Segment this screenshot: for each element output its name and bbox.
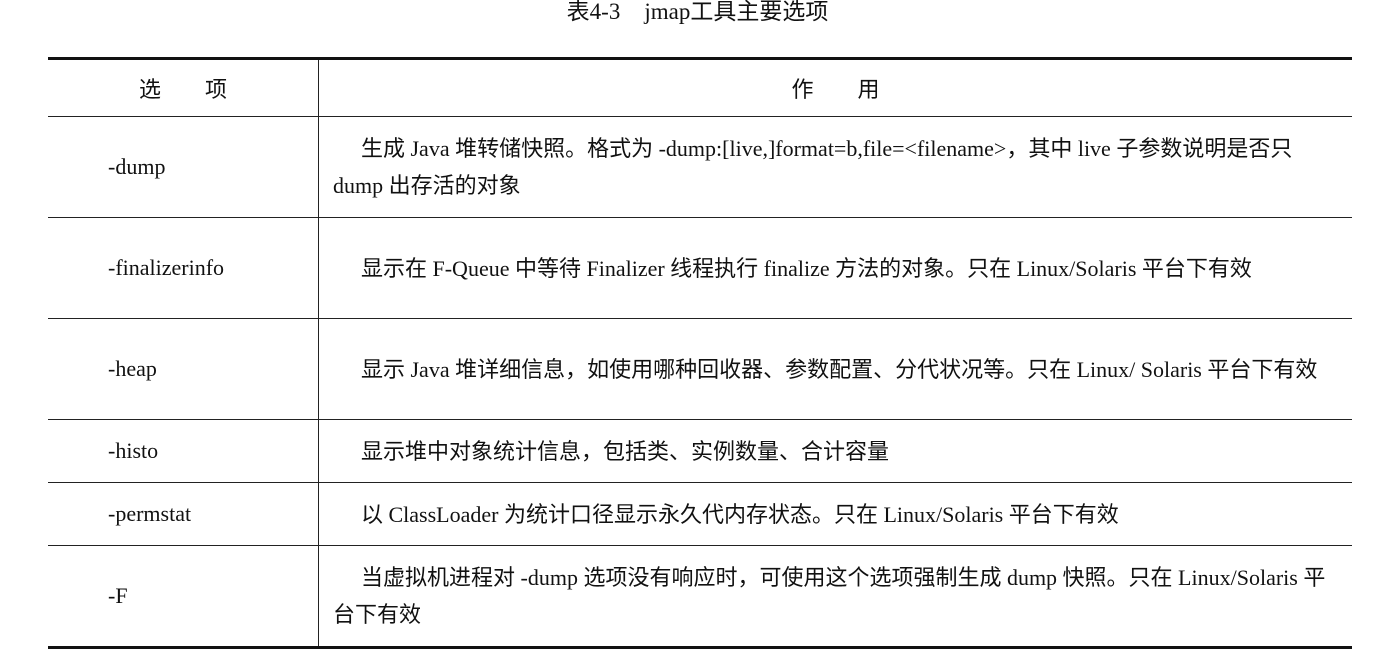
description-cell: 显示在 F-Queue 中等待 Finalizer 线程执行 finalize … — [318, 217, 1352, 319]
description-cell: 生成 Java 堆转储快照。格式为 -dump:[live,]format=b,… — [318, 116, 1352, 218]
jmap-options-table: 选 项 作 用 -dump 生成 Java 堆转储快照。格式为 -dump:[li… — [48, 57, 1352, 649]
description-cell: 当虚拟机进程对 -dump 选项没有响应时，可使用这个选项强制生成 dump 快… — [318, 545, 1352, 648]
option-cell: -permstat — [48, 482, 319, 546]
header-row: 选 项 作 用 — [48, 58, 1352, 117]
table-row: -heap 显示 Java 堆详细信息，如使用哪种回收器、参数配置、分代状况等。只… — [48, 318, 1352, 420]
option-cell: -histo — [48, 419, 319, 483]
table-caption: 表4-3 jmap工具主要选项 — [0, 0, 1395, 26]
option-cell: -F — [48, 545, 319, 648]
table-row: -permstat 以 ClassLoader 为统计口径显示永久代内存状态。只在… — [48, 482, 1352, 546]
table-row: -F 当虚拟机进程对 -dump 选项没有响应时，可使用这个选项强制生成 dump… — [48, 545, 1352, 648]
table-row: -histo 显示堆中对象统计信息，包括类、实例数量、合计容量 — [48, 419, 1352, 483]
description-cell: 显示堆中对象统计信息，包括类、实例数量、合计容量 — [318, 419, 1352, 483]
caption-number: 表4-3 — [566, 0, 621, 24]
description-cell: 显示 Java 堆详细信息，如使用哪种回收器、参数配置、分代状况等。只在 Lin… — [318, 318, 1352, 420]
option-cell: -heap — [48, 318, 319, 420]
option-cell: -finalizerinfo — [48, 217, 319, 319]
option-cell: -dump — [48, 116, 319, 218]
header-option: 选 项 — [48, 58, 319, 117]
table-row: -dump 生成 Java 堆转储快照。格式为 -dump:[live,]form… — [48, 116, 1352, 218]
description-cell: 以 ClassLoader 为统计口径显示永久代内存状态。只在 Linux/So… — [318, 482, 1352, 546]
caption-text: jmap工具主要选项 — [644, 0, 829, 24]
header-description: 作 用 — [318, 58, 1352, 117]
table-row: -finalizerinfo 显示在 F-Queue 中等待 Finalizer … — [48, 217, 1352, 319]
